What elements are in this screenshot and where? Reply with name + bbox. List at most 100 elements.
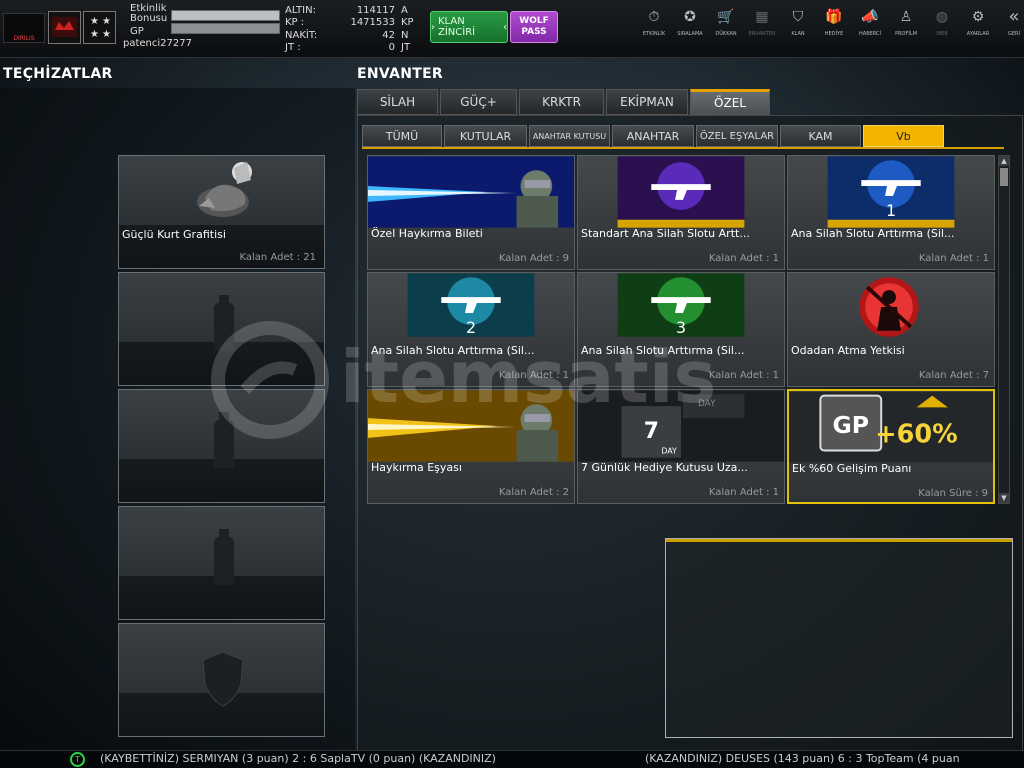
clan-logo-text: DIRILIS xyxy=(13,35,35,42)
equipment-slot[interactable] xyxy=(118,272,325,386)
wolf-pass-button[interactable]: WOLF PASS xyxy=(510,11,558,43)
nav-profilm[interactable]: ♙ PROFİLM xyxy=(888,8,924,48)
item-count: Kalan Adet : 1 xyxy=(918,253,989,264)
nav-web[interactable]: ◍ WEB xyxy=(924,8,960,48)
equipment-slot[interactable] xyxy=(118,623,325,737)
nav-label: AYARLAR xyxy=(966,31,990,37)
currency-row: KP :1471533 KP xyxy=(285,17,414,29)
nav-haberci[interactable]: 📣 HABERCİ xyxy=(852,8,888,48)
nav-label: KLAN xyxy=(791,31,805,37)
subtab-anahtar[interactable]: ANAHTAR xyxy=(612,125,694,147)
tab-guc[interactable]: GÜÇ+ xyxy=(440,89,517,115)
globe-icon: ◍ xyxy=(935,9,949,25)
subtab-ozel-esyalar[interactable]: ÖZEL EŞYALAR xyxy=(696,125,778,147)
item-name: Ana Silah Slotu Arttırma (Sil... xyxy=(581,344,745,357)
bonus-bar xyxy=(171,10,280,21)
inventory-item[interactable]: 1 Ana Silah Slotu Arttırma (Sil... Kalan… xyxy=(787,155,995,270)
item-name: 7 Günlük Hediye Kutusu Uza... xyxy=(581,461,748,474)
tab-ozel[interactable]: ÖZEL xyxy=(690,89,770,115)
nav-ayarlar[interactable]: ⚙ AYARLAR xyxy=(960,8,996,48)
slot-count: Kalan Adet : 21 xyxy=(239,252,316,263)
scroll-thumb[interactable] xyxy=(1000,168,1008,186)
wolf-graffiti-image xyxy=(197,162,252,217)
item-count: Kalan Adet : 1 xyxy=(708,487,779,498)
scroll-down-icon[interactable]: ▼ xyxy=(999,493,1009,503)
nav-klan[interactable]: ⛉ KLAN xyxy=(780,8,816,48)
inventory-item[interactable]: Özel Haykırma Bileti Kalan Adet : 9 xyxy=(367,155,575,270)
item-badge: 7 xyxy=(644,419,659,444)
nav-hediye[interactable]: 🎁 HEDİYE xyxy=(816,8,852,48)
item-badge-sub: GP xyxy=(833,411,870,439)
item-name: Standart Ana Silah Slotu Artt... xyxy=(581,227,750,240)
subtab-anahtar-kutusu[interactable]: ANAHTAR KUTUSU xyxy=(529,125,610,147)
nav-geri[interactable]: « GERİ xyxy=(996,8,1024,48)
main-nav: ⏱ ETKİNLİK ✪ SIRALAMA 🛒 DÜKKAN ▦ ENVANTER ⛉ K… xyxy=(636,8,1024,48)
item-count: Kalan Adet : 1 xyxy=(708,253,779,264)
item-count: Kalan Adet : 2 xyxy=(498,487,569,498)
item-count: Kalan Adet : 9 xyxy=(498,253,569,264)
tab-krktr[interactable]: KRKTR xyxy=(519,89,604,115)
item-badge-sub: DAY xyxy=(661,447,677,456)
equipment-slot[interactable]: Güçlü Kurt Grafitisi Kalan Adet : 21 xyxy=(118,155,325,269)
item-detail-panel xyxy=(665,538,1013,738)
item-badge-sub: DAY xyxy=(698,399,716,409)
equipment-title: TEÇHİZATLAR xyxy=(3,66,113,82)
shield-icon: ⛉ xyxy=(792,9,804,25)
wolf-pass-label-2: PASS xyxy=(521,27,547,37)
inventory-item[interactable]: Standart Ana Silah Slotu Artt... Kalan A… xyxy=(577,155,785,270)
currency-panel: ALTIN: 114117 A KP :1471533 KP NAKİT: 42 N JT… xyxy=(285,5,423,55)
chevron-right-icon: › xyxy=(431,21,435,33)
inventory-item[interactable]: 7 DAY DAY 7 Günlük Hediye Kutusu Uza... … xyxy=(577,389,785,504)
gp-boost-image: GP +60% xyxy=(789,391,993,463)
clan-emblem[interactable] xyxy=(48,11,81,44)
equipment-slot[interactable] xyxy=(118,389,325,503)
stopwatch-icon: ⏱ xyxy=(648,9,660,25)
item-count: Kalan Adet : 7 xyxy=(918,370,989,381)
gp-label: GP xyxy=(130,26,144,37)
item-image: 2 xyxy=(407,273,535,337)
nav-dukkan[interactable]: 🛒 DÜKKAN xyxy=(708,8,744,48)
ticker-status-icon: T xyxy=(70,752,85,767)
grid-scrollbar[interactable]: ▲ ▼ xyxy=(998,155,1010,504)
inventory-item[interactable]: 2 Ana Silah Slotu Arttırma (Sil... Kalan… xyxy=(367,272,575,387)
inventory-item[interactable]: 3 Ana Silah Slotu Arttırma (Sil... Kalan… xyxy=(577,272,785,387)
nav-etkinlik[interactable]: ⏱ ETKİNLİK xyxy=(636,8,672,48)
subtab-kam[interactable]: KAM xyxy=(780,125,861,147)
tab-silah[interactable]: SİLAH xyxy=(357,89,438,115)
nav-envanter[interactable]: ▦ ENVANTER xyxy=(744,8,780,48)
gp-bar xyxy=(171,23,280,34)
sub-tabs: TÜMÜ KUTULAR ANAHTAR KUTUSU ANAHTAR ÖZEL… xyxy=(362,125,946,147)
inventory-item-selected[interactable]: GP +60% Ek %60 Gelişim Puanı Kalan Süre … xyxy=(787,389,995,504)
nav-label: ENVANTER xyxy=(748,31,776,37)
spray-can-icon xyxy=(214,295,234,351)
scroll-up-icon[interactable]: ▲ xyxy=(999,156,1009,166)
item-image xyxy=(617,156,745,228)
tab-ekipman[interactable]: EKİPMAN xyxy=(606,89,688,115)
ticker-text: (KAYBETTİNİZ) SERMIYAN (3 puan) 2 : 6 Sa… xyxy=(100,752,496,765)
subtab-underline xyxy=(362,147,1004,149)
nav-label: GERİ xyxy=(1008,31,1020,37)
item-image: 1 xyxy=(827,156,955,228)
gear-icon: ⚙ xyxy=(971,9,985,25)
item-badge: 3 xyxy=(676,318,686,337)
clan-logo[interactable]: DIRILIS xyxy=(3,13,45,43)
subtab-kutular[interactable]: KUTULAR xyxy=(444,125,527,147)
item-badge: 2 xyxy=(466,318,476,337)
subtab-tumu[interactable]: TÜMÜ xyxy=(362,125,442,147)
category-tabs: SİLAH GÜÇ+ KRKTR EKİPMAN ÖZEL xyxy=(357,89,772,115)
nav-label: HABERCİ xyxy=(859,31,881,37)
klan-zinciri-button[interactable]: › KLAN ZİNCİRİ ‹ xyxy=(430,11,508,43)
cart-icon: 🛒 xyxy=(717,9,735,25)
inventory-item[interactable]: Odadan Atma Yetkisi Kalan Adet : 7 xyxy=(787,272,995,387)
nav-siralama[interactable]: ✪ SIRALAMA xyxy=(672,8,708,48)
equipment-slot[interactable] xyxy=(118,506,325,620)
subtab-vb[interactable]: Vb xyxy=(863,125,944,147)
item-name: Ana Silah Slotu Arttırma (Sil... xyxy=(371,344,535,357)
shield-slot-icon xyxy=(202,651,244,707)
item-badge: 1 xyxy=(886,201,896,220)
inventory-item[interactable]: Haykırma Eşyası Kalan Adet : 2 xyxy=(367,389,575,504)
spray-can-icon xyxy=(214,412,234,468)
ticker-text: (KAZANDINIZ) DEUSES (143 puan) 6 : 3 Top… xyxy=(645,752,960,765)
currency-row: NAKİT: 42 N xyxy=(285,29,409,41)
rank-badge[interactable]: ★ ★ ★ ★ xyxy=(83,11,116,44)
